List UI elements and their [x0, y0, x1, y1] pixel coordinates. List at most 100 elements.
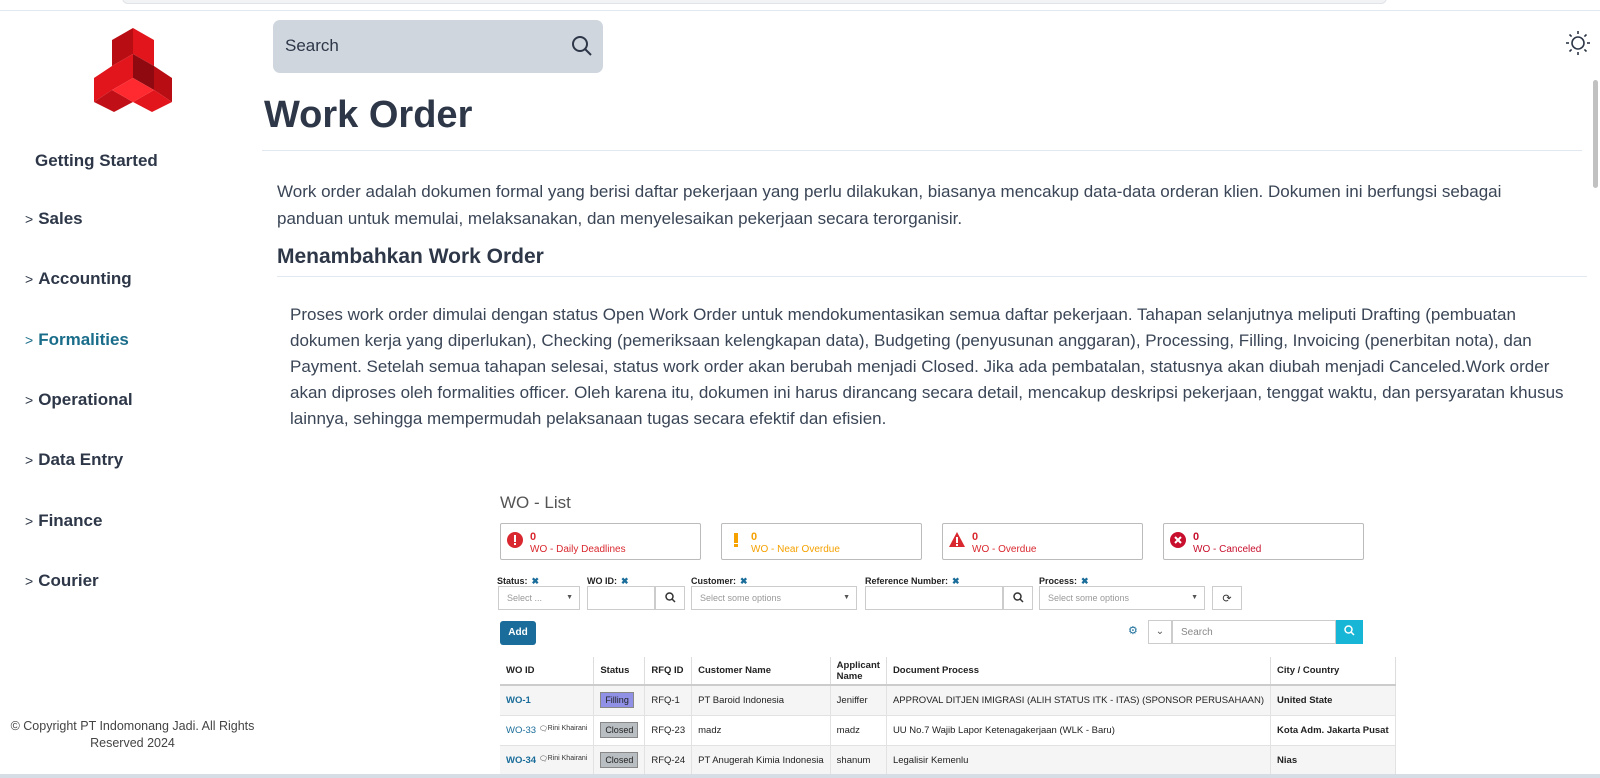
kpi-count: 0 [751, 531, 758, 543]
add-button[interactable]: Add [500, 621, 536, 645]
filter-woid-search-button[interactable] [655, 586, 685, 610]
column-header[interactable]: Applicant Name [830, 657, 887, 686]
wo-table: WO ID Status RFQ ID Customer Name Applic… [500, 657, 1396, 776]
filter-process-select[interactable]: Select some options ▼ [1039, 586, 1205, 610]
sidebar-item-label: Data Entry [38, 450, 124, 469]
select-placeholder: Select some options [700, 593, 782, 603]
theme-toggle-sun-icon[interactable] [1565, 30, 1591, 56]
search-box[interactable] [273, 20, 603, 73]
assignee-name: Rini Khairani [547, 754, 588, 762]
refresh-button[interactable]: ⟳ [1212, 586, 1242, 610]
cell-wo-id: WO-33 🗨Rini Khairani [500, 715, 595, 746]
sidebar-item-data-entry[interactable]: > Data Entry [25, 450, 123, 470]
cell-status: Closed [593, 745, 646, 776]
filter-reference-search-button[interactable] [1003, 586, 1033, 610]
wo-link[interactable]: WO-33 [506, 725, 536, 736]
comment-icon: 🗨 [538, 755, 548, 763]
divider [262, 150, 1582, 151]
filter-reference-input[interactable] [865, 586, 1003, 610]
table-header-row: WO ID Status RFQ ID Customer Name Applic… [500, 657, 1396, 686]
column-header[interactable]: Document Process [886, 657, 1272, 686]
gear-icon[interactable]: ⚙ [1128, 624, 1138, 637]
warning-triangle-icon [949, 532, 965, 547]
address-bar[interactable] [122, 0, 1387, 4]
cell-process: Legalisir Kemenlu [886, 745, 1272, 776]
clear-filter-icon[interactable]: ✖ [621, 576, 629, 586]
chevron-down-icon: ▼ [843, 594, 850, 601]
chevron-right-icon: > [25, 513, 34, 529]
sidebar-item-finance[interactable]: > Finance [25, 511, 102, 531]
wo-link[interactable]: WO-34 [506, 755, 536, 766]
select-placeholder: Select ... [507, 593, 543, 603]
cell-applicant: madz [830, 715, 887, 746]
clear-filter-icon[interactable]: ✖ [952, 576, 960, 586]
search-icon [1344, 625, 1355, 636]
cell-customer: PT Baroid Indonesia [691, 685, 831, 716]
kpi-canceled: 0 WO - Canceled [1163, 523, 1364, 560]
clear-filter-icon[interactable]: ✖ [1081, 576, 1089, 586]
cell-rfq: RFQ-1 [644, 685, 693, 716]
intro-paragraph: Work order adalah dokumen formal yang be… [277, 182, 1502, 228]
filter-label-text: Reference Number: [865, 576, 949, 586]
search-input[interactable] [285, 34, 545, 58]
chevron-down-icon[interactable]: ⌄ [1148, 620, 1172, 644]
sidebar-item-label: Operational [38, 390, 133, 409]
clear-filter-icon[interactable]: ✖ [532, 576, 540, 586]
wo-list-screenshot: WO - List 0 WO - Daily Deadlines 0 WO - … [496, 487, 1396, 778]
section-heading: Menambahkan Work Order [277, 245, 544, 268]
wo-link[interactable]: WO-1 [506, 695, 531, 706]
clear-filter-icon[interactable]: ✖ [740, 576, 748, 586]
section-paragraph: Proses work order dimulai dengan status … [290, 305, 1564, 428]
sidebar-item-sales[interactable]: > Sales [25, 209, 83, 229]
table-search-input[interactable]: Search [1172, 620, 1336, 644]
kpi-label: WO - Daily Deadlines [530, 544, 626, 555]
chevron-down-icon: ▼ [566, 594, 573, 601]
assignee-name: Rini Khairani [547, 724, 588, 732]
cell-status: Closed [593, 715, 646, 746]
kpi-label: WO - Canceled [1193, 544, 1262, 555]
horizontal-scrollbar[interactable] [0, 774, 1600, 778]
select-placeholder: Select some options [1048, 593, 1130, 603]
kpi-count: 0 [1193, 531, 1200, 543]
sidebar-item-label: Courier [38, 571, 99, 590]
filter-customer-select[interactable]: Select some options ▼ [691, 586, 857, 610]
kpi-overdue: 0 WO - Overdue [942, 523, 1143, 560]
sidebar-item-accounting[interactable]: > Accounting [25, 269, 132, 289]
cell-city: United State [1270, 685, 1396, 716]
sidebar-item-operational[interactable]: > Operational [25, 390, 133, 410]
cell-wo-id: WO-34 🗨Rini Khairani [500, 745, 595, 776]
filter-label-text: WO ID: [587, 576, 617, 586]
browser-top-bar [0, 0, 1600, 11]
status-badge: Closed [600, 752, 639, 768]
kpi-count: 0 [530, 531, 537, 543]
filter-woid-input[interactable] [587, 586, 655, 610]
cell-wo-id: WO-1 [500, 685, 595, 716]
comment-icon: 🗨 [538, 725, 548, 733]
sidebar-item-formalities[interactable]: > Formalities [25, 330, 129, 350]
search-icon [1012, 592, 1024, 603]
copyright-text: © Copyright PT Indomonang Jadi. All Righ… [10, 719, 255, 750]
table-row[interactable]: WO-33 🗨Rini Khairani Closed RFQ-23 madz … [500, 715, 1396, 746]
cell-process: APPROVAL DITJEN IMIGRASI (ALIH STATUS IT… [886, 685, 1272, 716]
column-header[interactable]: Status [593, 657, 646, 686]
cell-applicant: Jeniffer [830, 685, 887, 716]
sidebar-item-courier[interactable]: > Courier [25, 571, 99, 591]
filter-label-text: Process: [1039, 576, 1078, 586]
page-scrollbar[interactable] [1593, 80, 1598, 188]
chevron-right-icon: > [25, 332, 34, 348]
column-header[interactable]: WO ID [500, 657, 595, 686]
sidebar-getting-started[interactable]: Getting Started [35, 151, 158, 171]
cell-customer: PT Anugerah Kimia Indonesia [691, 745, 831, 776]
column-header[interactable]: Customer Name [691, 657, 831, 686]
filter-status-select[interactable]: Select ... ▼ [498, 586, 580, 610]
column-header[interactable]: RFQ ID [644, 657, 693, 686]
refresh-icon: ⟳ [1222, 593, 1232, 605]
column-header[interactable]: City / Country [1270, 657, 1396, 686]
cell-rfq: RFQ-24 [644, 745, 693, 776]
table-row[interactable]: WO-1 Filling RFQ-1 PT Baroid Indonesia J… [500, 685, 1396, 716]
table-search-button[interactable] [1336, 620, 1363, 644]
kpi-label: WO - Near Overdue [751, 544, 840, 555]
search-icon[interactable] [571, 35, 593, 57]
table-row[interactable]: WO-34 🗨Rini Khairani Closed RFQ-24 PT An… [500, 745, 1396, 776]
chevron-right-icon: > [25, 271, 34, 287]
